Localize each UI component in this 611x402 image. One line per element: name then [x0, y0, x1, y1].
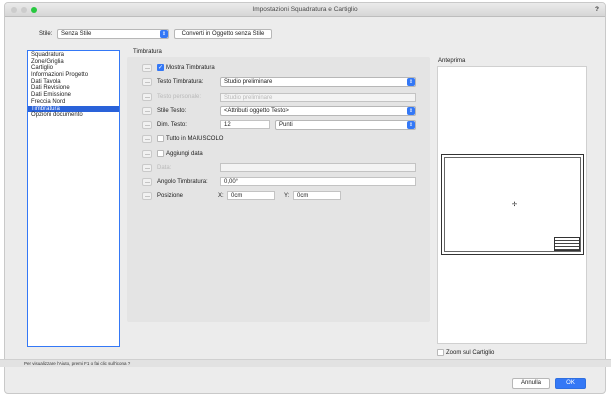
link-param-icon[interactable]	[142, 150, 152, 158]
stamp-marker-icon: ✢	[512, 202, 518, 208]
style-select-value: Senza Stile	[61, 31, 92, 37]
close-window-icon[interactable]	[11, 7, 17, 13]
link-param-icon[interactable]	[142, 121, 152, 129]
sheet-border-preview: ✢	[441, 154, 584, 255]
title-bar: Impostazioni Squadratura e Cartiglio ?	[5, 3, 605, 17]
date-label: Data:	[157, 165, 172, 171]
convert-unstyled-button[interactable]: Converti in Oggetto senza Stile	[174, 29, 272, 39]
show-stamp-label: Mostra Timbratura	[166, 65, 215, 71]
stamp-text-select[interactable]: Studio preliminare ⇕	[220, 77, 416, 87]
text-size-unit-select[interactable]: Punti ⇕	[275, 120, 416, 130]
link-param-icon[interactable]	[142, 135, 152, 143]
show-stamp-checkbox[interactable]: ✓	[157, 64, 164, 71]
link-param-icon[interactable]	[142, 178, 152, 186]
title-block-preview	[554, 237, 580, 251]
help-icon[interactable]: ?	[595, 3, 599, 17]
group-title: Timbratura	[133, 49, 162, 55]
link-param-icon[interactable]	[142, 107, 152, 115]
angle-field[interactable]: 0,00°	[220, 177, 416, 186]
sidebar-item[interactable]: Opzioni documento	[28, 112, 119, 119]
window-title: Impostazioni Squadratura e Cartiglio	[252, 6, 358, 13]
link-param-icon[interactable]	[142, 93, 152, 101]
link-param-icon[interactable]	[142, 164, 152, 172]
text-size-field[interactable]: 12	[220, 120, 270, 129]
help-status-bar: Per visualizzare l'Aiuto, premi F1 o fai…	[0, 359, 611, 367]
text-style-select[interactable]: <Attributi oggetto Testo> ⇕	[220, 106, 416, 116]
sidebar-item[interactable]: Dati Tavola	[28, 79, 119, 86]
position-y-label: Y:	[284, 193, 290, 199]
zoom-title-block-checkbox[interactable]	[437, 349, 444, 356]
help-status-text: Per visualizzare l'Aiuto, premi F1 o fai…	[24, 361, 131, 366]
sidebar-item[interactable]: Freccia Nord	[28, 99, 119, 106]
add-date-checkbox[interactable]	[157, 150, 164, 157]
custom-text-label: Testo personale:	[157, 94, 202, 100]
add-date-label: Aggiungi data	[166, 151, 203, 157]
sidebar-item[interactable]: Dati Revisione	[28, 85, 119, 92]
link-param-icon[interactable]	[142, 78, 152, 86]
sidebar-item[interactable]: Timbratura	[28, 105, 119, 113]
position-y-field[interactable]: 0cm	[293, 191, 341, 200]
cancel-button[interactable]: Annulla	[512, 378, 550, 389]
settings-category-list[interactable]: Squadratura Zone/Griglia Cartiglio Informaz…	[27, 50, 120, 347]
position-x-field[interactable]: 0cm	[227, 191, 275, 200]
chevron-updown-icon: ⇕	[407, 121, 415, 129]
sidebar-item[interactable]: Informazioni Progetto	[28, 72, 119, 79]
angle-label: Angolo Timbratura:	[157, 179, 208, 185]
sidebar-item[interactable]: Zone/Griglia	[28, 59, 119, 66]
text-size-unit-value: Punti	[279, 122, 293, 128]
zoom-window-icon[interactable]	[31, 7, 37, 13]
uppercase-label: Tutto in MAIUSCOLO	[166, 136, 224, 142]
link-param-icon[interactable]	[142, 192, 152, 200]
preview-title: Anteprima	[438, 58, 466, 64]
sidebar-item[interactable]: Cartiglio	[28, 65, 119, 72]
stamp-text-value: Studio preliminare	[224, 79, 273, 85]
text-style-value: <Attributi oggetto Testo>	[224, 108, 289, 114]
stamp-text-label: Testo Timbratura:	[157, 79, 204, 85]
zoom-title-block-label: Zoom sul Cartiglio	[446, 350, 495, 356]
text-size-label: Dim. Testo:	[157, 122, 187, 128]
text-style-label: Stile Testo:	[157, 108, 187, 114]
style-label: Stile:	[39, 31, 53, 37]
window-controls	[11, 7, 37, 13]
preview-canvas: ✢	[437, 66, 587, 344]
position-x-label: X:	[218, 193, 224, 199]
link-param-icon[interactable]	[142, 64, 152, 72]
uppercase-checkbox[interactable]	[157, 135, 164, 142]
style-select[interactable]: Senza Stile ⇕	[57, 29, 169, 39]
chevron-updown-icon: ⇕	[160, 30, 168, 38]
date-field[interactable]	[220, 163, 416, 172]
chevron-updown-icon: ⇕	[407, 78, 415, 86]
chevron-updown-icon: ⇕	[407, 107, 415, 115]
minimize-window-icon[interactable]	[21, 7, 27, 13]
sidebar-item[interactable]: Squadratura	[28, 52, 119, 59]
ok-button[interactable]: OK	[555, 378, 586, 389]
sidebar-item[interactable]: Dati Emissione	[28, 92, 119, 99]
custom-text-field[interactable]: Studio preliminare	[220, 93, 416, 102]
position-label: Posizione	[157, 193, 184, 199]
